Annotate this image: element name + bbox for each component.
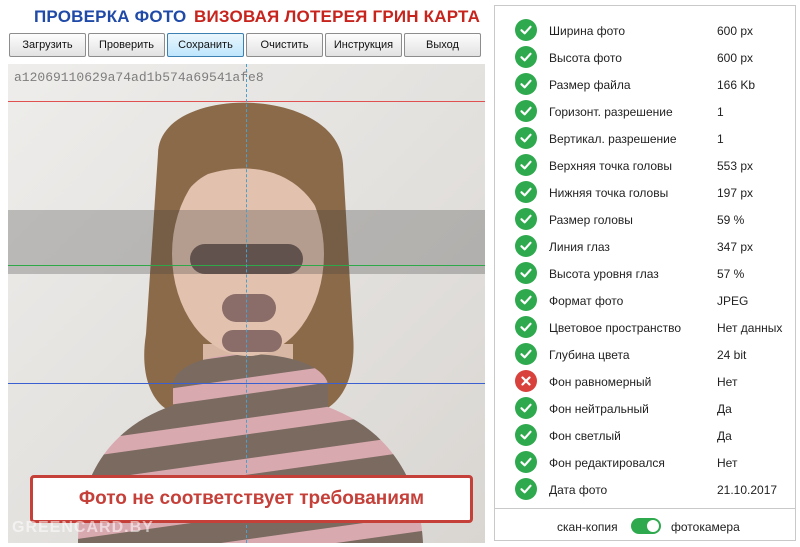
result-row: Высота фото 600 px bbox=[495, 44, 795, 71]
check-circle-icon bbox=[515, 397, 537, 419]
result-value: 166 Kb bbox=[717, 78, 756, 92]
result-value: 21.10.2017 bbox=[717, 483, 778, 497]
app-window: ПРОВЕРКА ФОТО ВИЗОВАЯ ЛОТЕРЕЯ ГРИН КАРТА… bbox=[0, 0, 800, 547]
check-circle-icon bbox=[515, 100, 537, 122]
check-list: Ширина фото 600 px Высота фото 600 px Размер… bbox=[495, 17, 795, 503]
check-circle-icon bbox=[515, 262, 537, 284]
result-value: Да bbox=[717, 429, 732, 443]
watermark: GREENCARD.BY bbox=[12, 519, 154, 536]
result-value: 600 px bbox=[717, 51, 754, 65]
check-circle-icon bbox=[515, 478, 537, 500]
result-row: Фон редактировался Нет bbox=[495, 449, 795, 476]
title-lottery: ВИЗОВАЯ ЛОТЕРЕЯ ГРИН КАРТА bbox=[194, 7, 481, 26]
scan-copy-label: скан-копия bbox=[557, 520, 618, 534]
result-label: Высота фото bbox=[549, 51, 622, 65]
cross-circle-icon bbox=[515, 370, 537, 392]
check-button[interactable]: Проверить bbox=[88, 33, 165, 57]
results-panel: Ширина фото 600 px Высота фото 600 px Размер… bbox=[494, 5, 796, 541]
check-circle-icon bbox=[515, 208, 537, 230]
result-label: Размер головы bbox=[549, 213, 633, 227]
result-label: Глубина цвета bbox=[549, 348, 630, 362]
result-value: 347 px bbox=[717, 240, 754, 254]
instructions-button[interactable]: Инструкция bbox=[325, 33, 402, 57]
result-row: Линия глаз 347 px bbox=[495, 233, 795, 260]
result-row: Фон нейтральный Да bbox=[495, 395, 795, 422]
source-toggle[interactable] bbox=[631, 518, 661, 534]
exit-button[interactable]: Выход bbox=[404, 33, 481, 57]
toolbar: Загрузить Проверить Сохранить Очистить И… bbox=[9, 33, 481, 57]
result-row: Глубина цвета 24 bit bbox=[495, 341, 795, 368]
result-row: Верхняя точка головы 553 px bbox=[495, 152, 795, 179]
result-value: 1 bbox=[717, 132, 724, 146]
check-circle-icon bbox=[515, 73, 537, 95]
result-label: Формат фото bbox=[549, 294, 624, 308]
check-circle-icon bbox=[515, 289, 537, 311]
result-value: 600 px bbox=[717, 24, 754, 38]
result-row: Размер головы 59 % bbox=[495, 206, 795, 233]
result-label: Нижняя точка головы bbox=[549, 186, 669, 200]
result-row: Нижняя точка головы 197 px bbox=[495, 179, 795, 206]
check-circle-icon bbox=[515, 343, 537, 365]
check-circle-icon bbox=[515, 316, 537, 338]
check-circle-icon bbox=[515, 127, 537, 149]
camera-label: фотокамера bbox=[671, 520, 740, 534]
result-value: Да bbox=[717, 402, 732, 416]
result-row: Цветовое пространство Нет данных bbox=[495, 314, 795, 341]
check-circle-icon bbox=[515, 154, 537, 176]
photo-id: a12069110629a74ad1b574a69541afe8 bbox=[14, 70, 264, 85]
result-value: 24 bit bbox=[717, 348, 747, 362]
save-button[interactable]: Сохранить bbox=[167, 33, 244, 57]
check-circle-icon bbox=[515, 181, 537, 203]
result-label: Дата фото bbox=[549, 483, 608, 497]
result-value: Нет данных bbox=[717, 321, 783, 335]
result-label: Высота уровня глаз bbox=[549, 267, 659, 281]
result-label: Фон редактировался bbox=[549, 456, 665, 470]
result-value: 553 px bbox=[717, 159, 754, 173]
check-circle-icon bbox=[515, 451, 537, 473]
clear-button[interactable]: Очистить bbox=[246, 33, 323, 57]
result-row: Горизонт. разрешение 1 bbox=[495, 98, 795, 125]
result-value: JPEG bbox=[717, 294, 749, 308]
result-row: Формат фото JPEG bbox=[495, 287, 795, 314]
center-guide-line bbox=[246, 64, 247, 543]
result-row: Фон светлый Да bbox=[495, 422, 795, 449]
result-label: Линия глаз bbox=[549, 240, 610, 254]
result-value: Нет bbox=[717, 456, 738, 470]
title-photo-check: ПРОВЕРКА ФОТО bbox=[34, 7, 187, 26]
result-label: Фон светлый bbox=[549, 429, 621, 443]
result-label: Фон нейтральный bbox=[549, 402, 649, 416]
check-circle-icon bbox=[515, 424, 537, 446]
result-label: Горизонт. разрешение bbox=[549, 105, 673, 119]
result-row: Высота уровня глаз 57 % bbox=[495, 260, 795, 287]
result-row: Дата фото 21.10.2017 bbox=[495, 476, 795, 503]
result-label: Цветовое пространство bbox=[549, 321, 682, 335]
result-value: 59 % bbox=[717, 213, 745, 227]
check-circle-icon bbox=[515, 19, 537, 41]
result-value: 57 % bbox=[717, 267, 745, 281]
photo-preview: a12069110629a74ad1b574a69541afe8 Фото не… bbox=[8, 64, 485, 543]
result-label: Фон равномерный bbox=[549, 375, 652, 389]
result-label: Верхняя точка головы bbox=[549, 159, 673, 173]
result-label: Ширина фото bbox=[549, 24, 626, 38]
check-circle-icon bbox=[515, 235, 537, 257]
result-value: 1 bbox=[717, 105, 724, 119]
result-row: Вертикал. разрешение 1 bbox=[495, 125, 795, 152]
result-label: Вертикал. разрешение bbox=[549, 132, 677, 146]
check-circle-icon bbox=[515, 46, 537, 68]
result-value: Нет bbox=[717, 375, 738, 389]
load-button[interactable]: Загрузить bbox=[9, 33, 86, 57]
source-switch: скан-копия фотокамера bbox=[495, 508, 795, 541]
toggle-knob bbox=[647, 520, 659, 532]
result-value: 197 px bbox=[717, 186, 754, 200]
result-row: Размер файла 166 Kb bbox=[495, 71, 795, 98]
error-banner: Фото не соответствует требованиям bbox=[30, 475, 473, 523]
result-row: Фон равномерный Нет bbox=[495, 368, 795, 395]
result-row: Ширина фото 600 px bbox=[495, 17, 795, 44]
result-label: Размер файла bbox=[549, 78, 631, 92]
header: ПРОВЕРКА ФОТО ВИЗОВАЯ ЛОТЕРЕЯ ГРИН КАРТА bbox=[0, 0, 493, 34]
